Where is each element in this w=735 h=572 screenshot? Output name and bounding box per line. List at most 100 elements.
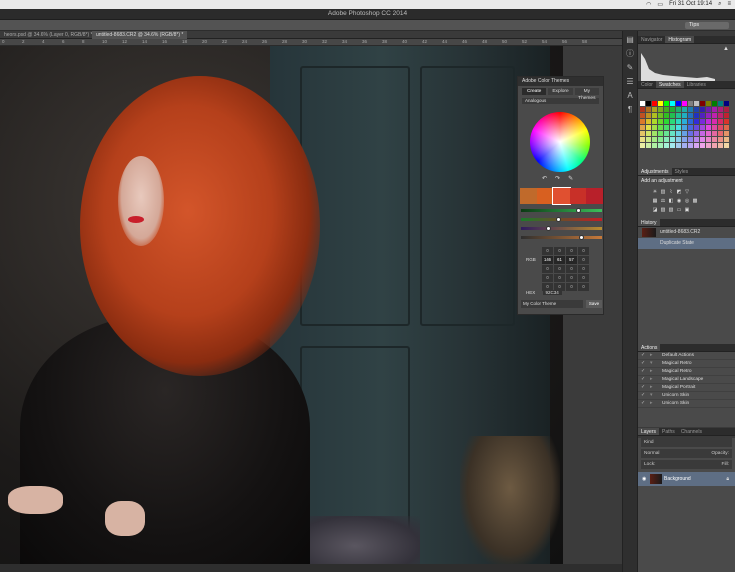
swatch[interactable] xyxy=(712,119,717,124)
value-cell[interactable]: 61 xyxy=(554,256,565,264)
swatch[interactable] xyxy=(718,113,723,118)
swatch[interactable] xyxy=(718,131,723,136)
save-button[interactable]: Save xyxy=(586,300,602,308)
image-canvas[interactable] xyxy=(0,46,563,564)
theme-swatch[interactable] xyxy=(520,188,537,204)
swatch[interactable] xyxy=(664,125,669,130)
swatch[interactable] xyxy=(676,107,681,112)
swatch[interactable] xyxy=(682,119,687,124)
swatch[interactable] xyxy=(712,107,717,112)
check-icon[interactable]: ✓ xyxy=(641,400,645,408)
clock[interactable]: Fri 31 Oct 19:14 xyxy=(669,1,712,8)
value-cell[interactable]: 146 xyxy=(542,256,553,264)
swatch[interactable] xyxy=(658,125,663,130)
theme-swatch[interactable] xyxy=(536,188,554,204)
action-set[interactable]: ✓ ▾ Magical Retro xyxy=(638,360,735,368)
swatch[interactable] xyxy=(664,137,669,142)
history-state-selected[interactable]: Duplicate State xyxy=(638,238,735,249)
check-icon[interactable]: ✓ xyxy=(641,392,645,400)
swatch[interactable] xyxy=(694,113,699,118)
rotate-left-icon[interactable]: ↶ xyxy=(542,175,547,182)
gradient-map-icon[interactable]: ▭ xyxy=(676,207,682,213)
swatch-grid[interactable] xyxy=(640,101,729,148)
value-cell[interactable]: 0 xyxy=(578,265,589,273)
check-icon[interactable]: ✓ xyxy=(641,376,645,384)
value-cell[interactable]: 0 xyxy=(578,274,589,282)
swatch[interactable] xyxy=(712,101,717,106)
value-cell[interactable]: 0 xyxy=(578,256,589,264)
swatch[interactable] xyxy=(658,107,663,112)
swatch[interactable] xyxy=(706,131,711,136)
swatch[interactable] xyxy=(718,101,723,106)
swatch[interactable] xyxy=(646,143,651,148)
swatch[interactable] xyxy=(646,113,651,118)
swatch[interactable] xyxy=(712,131,717,136)
red-slider[interactable] xyxy=(521,217,602,222)
swatch[interactable] xyxy=(664,107,669,112)
swatch[interactable] xyxy=(652,131,657,136)
value-cell[interactable]: 0 xyxy=(566,265,577,273)
swatch[interactable] xyxy=(700,107,705,112)
swatch[interactable] xyxy=(688,131,693,136)
action-item[interactable]: ✓ ▸ Magical Landscape xyxy=(638,376,735,384)
action-item[interactable]: ✓ ▸ Magical Retro xyxy=(638,368,735,376)
tab-styles[interactable]: Styles xyxy=(672,168,692,175)
swatch[interactable] xyxy=(682,143,687,148)
swatch[interactable] xyxy=(682,101,687,106)
swatch[interactable] xyxy=(658,137,663,142)
swatch[interactable] xyxy=(652,101,657,106)
swatch[interactable] xyxy=(652,119,657,124)
swatch[interactable] xyxy=(688,125,693,130)
green-slider[interactable] xyxy=(521,208,602,213)
swatch[interactable] xyxy=(640,137,645,142)
color-balance-icon[interactable]: ⚖ xyxy=(660,198,666,204)
swatch[interactable] xyxy=(640,107,645,112)
swatch[interactable] xyxy=(670,119,675,124)
swatch[interactable] xyxy=(694,143,699,148)
hue-saturation-icon[interactable]: ▦ xyxy=(652,198,658,204)
tab-swatches[interactable]: Swatches xyxy=(655,81,684,88)
swatch[interactable] xyxy=(670,137,675,142)
swatch[interactable] xyxy=(676,143,681,148)
swatch[interactable] xyxy=(664,113,669,118)
swatch[interactable] xyxy=(646,125,651,130)
brightness-icon[interactable]: ☀ xyxy=(652,189,658,195)
check-icon[interactable]: ✓ xyxy=(641,360,645,368)
swatch[interactable] xyxy=(712,113,717,118)
swatch[interactable] xyxy=(676,131,681,136)
warning-icon[interactable]: ▲ xyxy=(723,46,729,52)
brightness-slider[interactable] xyxy=(521,235,602,240)
history-icon[interactable]: ▤ xyxy=(625,35,635,45)
blue-slider[interactable] xyxy=(521,226,602,231)
swatch[interactable] xyxy=(670,107,675,112)
swatch[interactable] xyxy=(688,119,693,124)
properties-icon[interactable]: ☰ xyxy=(625,77,635,87)
swatch[interactable] xyxy=(700,113,705,118)
swatch[interactable] xyxy=(652,143,657,148)
character-icon[interactable]: A xyxy=(625,91,635,101)
invert-icon[interactable]: ◪ xyxy=(652,207,658,213)
value-cell[interactable]: 0 xyxy=(566,274,577,282)
color-lookup-icon[interactable]: ▩ xyxy=(692,198,698,204)
blend-mode-select[interactable]: Normal xyxy=(644,449,659,458)
swatch[interactable] xyxy=(718,137,723,142)
swatch[interactable] xyxy=(670,143,675,148)
swatch[interactable] xyxy=(694,137,699,142)
curves-icon[interactable]: ⌇ xyxy=(668,189,674,195)
swatch[interactable] xyxy=(640,125,645,130)
hex-field[interactable]: 92C34 xyxy=(542,290,562,295)
swatch[interactable] xyxy=(700,119,705,124)
swatch[interactable] xyxy=(706,125,711,130)
battery-icon[interactable]: ▭ xyxy=(657,1,663,8)
swatch[interactable] xyxy=(682,131,687,136)
swatch[interactable] xyxy=(724,137,729,142)
check-icon[interactable]: ✓ xyxy=(641,352,645,360)
action-item[interactable]: ✓ ▸ Unicorn Skin xyxy=(638,400,735,408)
tab-actions[interactable]: Actions xyxy=(638,344,661,351)
vibrance-icon[interactable]: ▽ xyxy=(684,189,690,195)
tab-paths[interactable]: Paths xyxy=(659,428,678,435)
swatch[interactable] xyxy=(694,119,699,124)
swatch[interactable] xyxy=(724,113,729,118)
value-cell[interactable]: 0 xyxy=(554,274,565,282)
swatch[interactable] xyxy=(712,143,717,148)
